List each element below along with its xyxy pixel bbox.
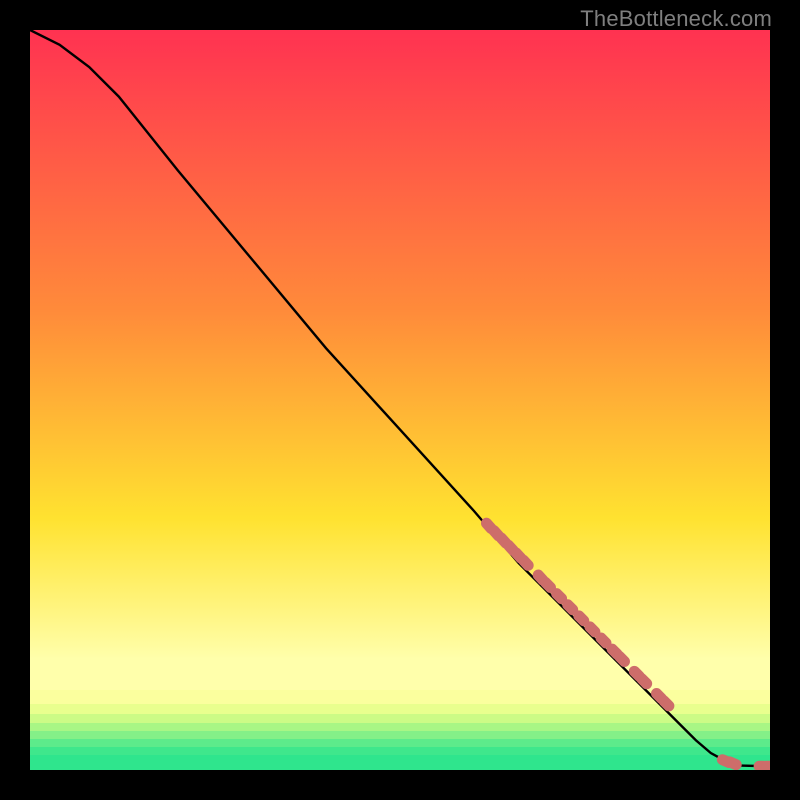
- chart-stage: TheBottleneck.com: [0, 0, 800, 800]
- curve-line: [30, 30, 770, 766]
- chart-overlay: [30, 30, 770, 770]
- attribution-text: TheBottleneck.com: [580, 6, 772, 32]
- plot-area: [30, 30, 770, 770]
- marker-group: [479, 515, 770, 770]
